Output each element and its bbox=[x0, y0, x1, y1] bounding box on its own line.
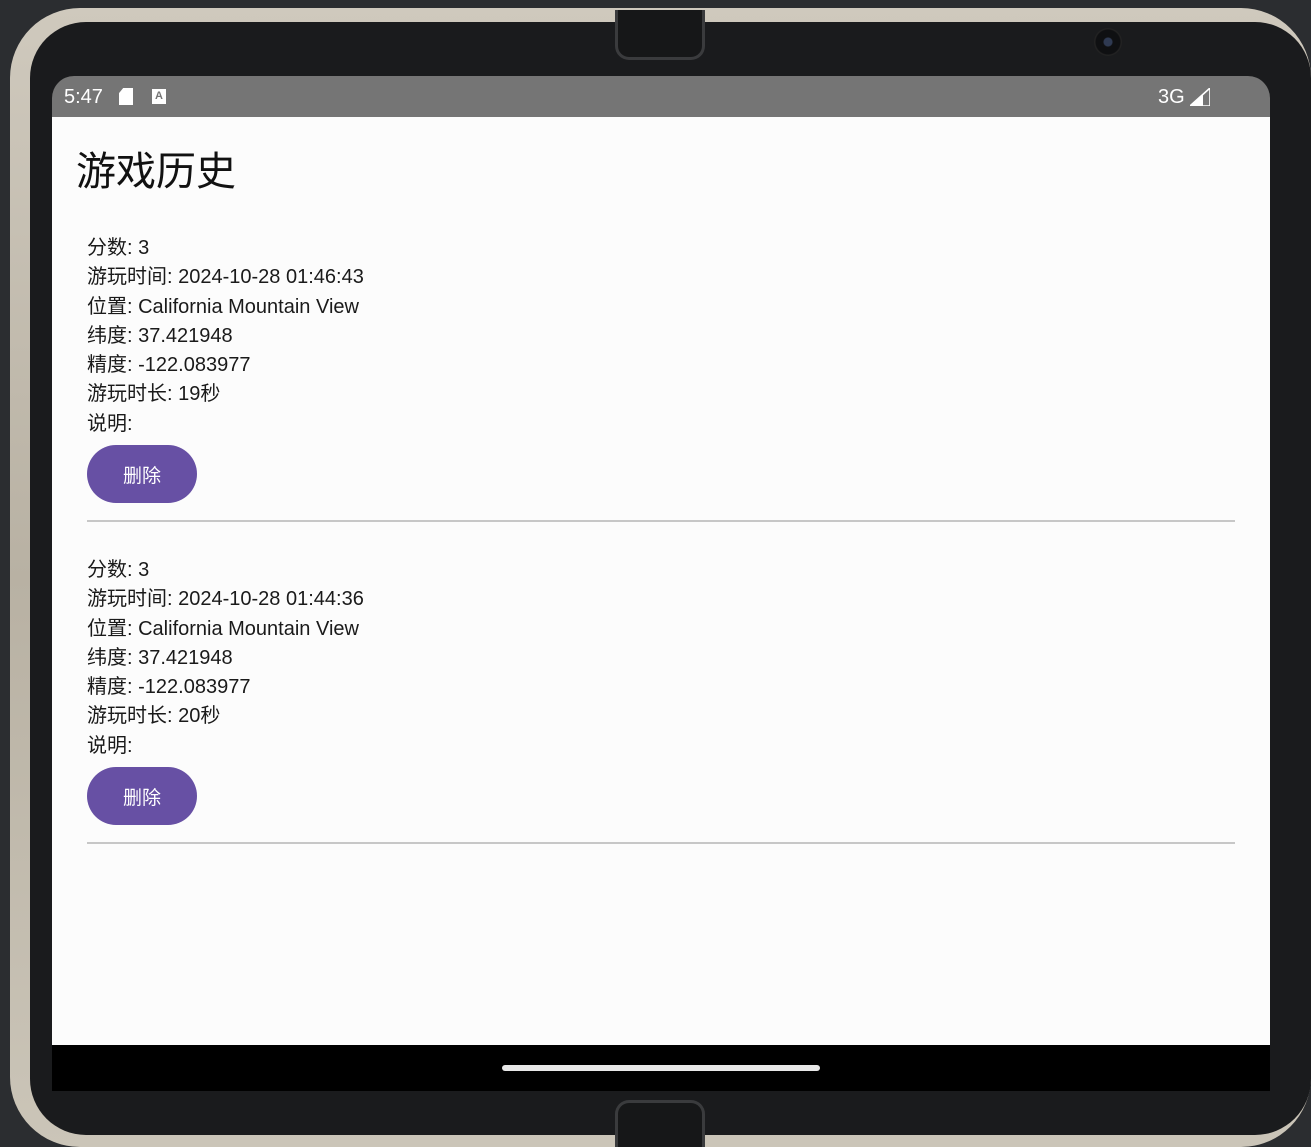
hinge-bottom bbox=[615, 1100, 705, 1147]
hinge-top bbox=[615, 10, 705, 60]
network-type: 3G bbox=[1158, 86, 1185, 108]
record-score: 分数: 3 bbox=[87, 237, 150, 259]
record-duration: 游玩时长: 20秒 bbox=[87, 705, 221, 728]
home-gesture-handle[interactable] bbox=[502, 1065, 820, 1071]
record-divider bbox=[87, 842, 1235, 845]
status-time: 5:47 bbox=[64, 86, 103, 108]
game-history-screen: 游戏历史 分数: 3 游玩时间: 2024-10-28 01:46:43 位置:… bbox=[52, 117, 1270, 1045]
record-latitude: 纬度: 37.421948 bbox=[87, 646, 233, 669]
delete-button[interactable]: 删除 bbox=[87, 767, 197, 826]
device-screen: 5:47 A 3G 游戏历史 分数: 3 游玩时间: 2024-10-28 01… bbox=[52, 76, 1270, 1091]
record-location: 位置: California Mountain View bbox=[87, 295, 359, 318]
page-title: 游戏历史 bbox=[76, 150, 236, 194]
sd-card-icon bbox=[119, 88, 133, 105]
record-score: 分数: 3 bbox=[87, 559, 150, 581]
delete-button[interactable]: 删除 bbox=[87, 445, 197, 504]
record-longitude: 精度: -122.083977 bbox=[87, 676, 251, 699]
a-icon: A bbox=[152, 89, 166, 104]
record-notes: 说明: bbox=[87, 734, 133, 757]
front-camera bbox=[1094, 28, 1122, 56]
record-longitude: 精度: -122.083977 bbox=[87, 354, 251, 377]
record-divider bbox=[87, 520, 1235, 523]
navigation-bar bbox=[52, 1045, 1270, 1091]
record-play-time: 游玩时间: 2024-10-28 01:46:43 bbox=[87, 266, 364, 289]
status-bar: 5:47 A 3G bbox=[52, 76, 1270, 117]
record-location: 位置: California Mountain View bbox=[87, 617, 359, 640]
history-record: 分数: 3 游玩时间: 2024-10-28 01:46:43 位置: Cali… bbox=[87, 234, 1235, 523]
record-duration: 游玩时长: 19秒 bbox=[87, 383, 221, 406]
history-record: 分数: 3 游玩时间: 2024-10-28 01:44:36 位置: Cali… bbox=[87, 556, 1235, 845]
record-latitude: 纬度: 37.421948 bbox=[87, 324, 233, 347]
signal-icon bbox=[1190, 88, 1210, 106]
record-play-time: 游玩时间: 2024-10-28 01:44:36 bbox=[87, 588, 364, 611]
record-notes: 说明: bbox=[87, 412, 133, 435]
